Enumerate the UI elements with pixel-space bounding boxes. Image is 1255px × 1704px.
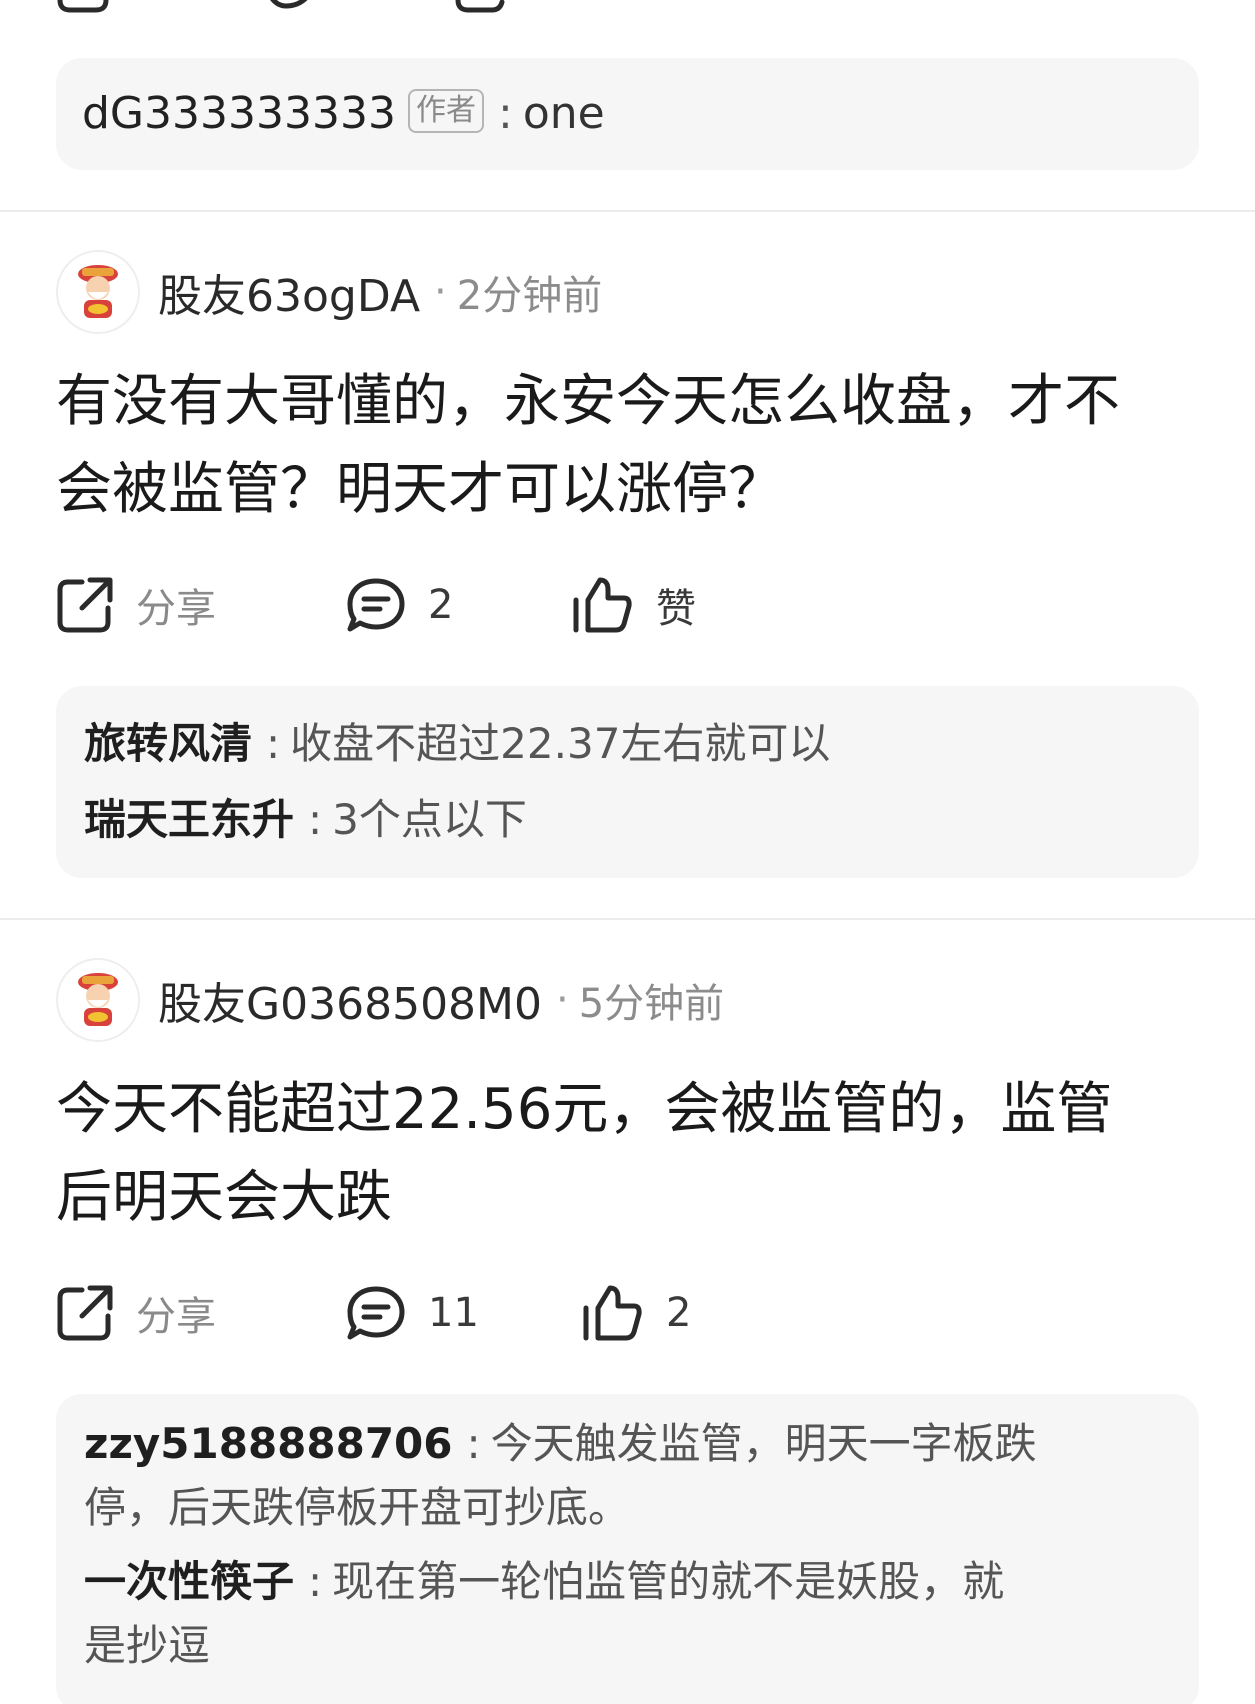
reply-box[interactable]: dG333333333 作者: one (56, 58, 1199, 170)
post-divider (0, 210, 1255, 212)
post-card[interactable]: 股友63ogDA · 2分钟前 有没有大哥懂的，永安今天怎么收盘，才不 会被监管… (0, 250, 1255, 878)
reply-colon: : (266, 719, 281, 768)
comment-icon (347, 1286, 405, 1340)
thumbs-up-icon (583, 1285, 642, 1341)
post-card[interactable]: 股友G0368508M0 · 5分钟前 今天不能超过22.56元，会被监管的，监… (0, 958, 1255, 1704)
reply-author[interactable]: 一次性筷子 (84, 1557, 294, 1606)
reply-text: 收盘不超过22.37左右就可以 (290, 719, 831, 768)
post-content[interactable]: 今天不能超过22.56元，会被监管的，监管 后明天会大跌 (56, 1066, 1199, 1242)
reply-colon: : (466, 1419, 481, 1468)
share-button[interactable]: 分享 (56, 576, 346, 634)
fortune-god-avatar-icon (78, 973, 118, 1026)
reply-box[interactable]: zzy5188888706: 今天触发监管，明天一字板跌 停，后天跌停板开盘可抄底。… (56, 1394, 1199, 1704)
user-name[interactable]: 股友G0368508M0 (158, 968, 542, 1032)
reply-box[interactable]: 旅转风清: 收盘不超过22.37左右就可以 瑞天王东升:3个点以下 (56, 686, 1199, 878)
like-label: 赞 (656, 586, 696, 632)
post-text-line: 有没有大哥懂的，永安今天怎么收盘，才不 (56, 369, 1120, 434)
separator-dot: · (556, 977, 569, 1023)
reply-author[interactable]: 旅转风清 (84, 719, 252, 768)
comment-feed: dG333333333 作者: one 股友63ogDA · 2分钟前 有没有大哥懂 (0, 0, 1255, 1704)
share-button[interactable]: 分享 (56, 1284, 346, 1342)
post-actions: 分享 2 赞 (56, 570, 1199, 640)
reply-item[interactable]: 旅转风清: 收盘不超过22.37左右就可以 (84, 706, 1171, 782)
post-text-line: 今天不能超过22.56元，会被监管的，监管 (56, 1077, 1113, 1142)
like-button[interactable]: 赞 (572, 576, 696, 634)
reply-colon: : (308, 795, 323, 844)
thumbs-up-icon (573, 577, 632, 633)
reply-item[interactable]: 一次性筷子: 现在第一轮怕监管的就不是妖股，就是抄逗 (84, 1550, 1171, 1678)
reply-author[interactable]: dG333333333 (82, 88, 396, 139)
comment-button[interactable]: 2 (346, 577, 572, 633)
previous-post-actions (56, 0, 656, 14)
reply-author[interactable]: 瑞天王东升 (84, 795, 294, 844)
reply-colon: : (497, 88, 513, 139)
reply-author[interactable]: zzy5188888706 (84, 1419, 453, 1468)
reply-text-continued: 是抄逗 (84, 1621, 211, 1670)
post-content[interactable]: 有没有大哥懂的，永安今天怎么收盘，才不 会被监管？明天才可以涨停？ (56, 358, 1199, 534)
post-header: 股友G0368508M0 · 5分钟前 (56, 958, 1199, 1042)
fortune-god-avatar-icon (78, 265, 118, 318)
avatar[interactable] (56, 958, 140, 1042)
share-icon (57, 577, 113, 633)
reply-text: 今天触发监管，明天一字板跌 (490, 1419, 1037, 1468)
user-name[interactable]: 股友63ogDA (158, 260, 420, 324)
author-badge: 作者 (407, 89, 484, 133)
comment-count: 2 (428, 582, 454, 628)
reply-text: 3个点以下 (332, 795, 527, 844)
post-text-line: 后明天会大跌 (56, 1165, 392, 1230)
reply-text: one (522, 88, 605, 139)
post-header: 股友63ogDA · 2分钟前 (56, 250, 1199, 334)
comment-icon (347, 578, 405, 632)
reply-text-continued: 停，后天跌停板开盘可抄底。 (84, 1483, 631, 1532)
like-count: 2 (666, 1290, 692, 1336)
avatar[interactable] (56, 250, 140, 334)
like-icon[interactable] (448, 0, 508, 14)
comment-icon[interactable] (256, 0, 316, 14)
reply-item[interactable]: 瑞天王东升:3个点以下 (84, 782, 1171, 858)
comment-count: 11 (428, 1290, 479, 1336)
share-icon (57, 1285, 113, 1341)
share-label: 分享 (136, 586, 216, 632)
like-button[interactable]: 2 (582, 1284, 691, 1342)
comment-button[interactable]: 11 (346, 1285, 582, 1341)
post-text-line: 会被监管？明天才可以涨停？ (56, 457, 784, 522)
share-label: 分享 (136, 1294, 216, 1340)
reply-text: 现在第一轮怕监管的就不是妖股，就 (332, 1557, 1005, 1606)
reply-colon: : (308, 1557, 323, 1606)
post-time: 2分钟前 (456, 273, 603, 319)
post-actions: 分享 11 2 (56, 1278, 1199, 1348)
separator-dot: · (434, 269, 447, 315)
reply-item[interactable]: zzy5188888706: 今天触发监管，明天一字板跌停，后天跌停板开盘可抄底。 (84, 1412, 1171, 1540)
share-icon[interactable] (56, 0, 112, 14)
post-divider (0, 918, 1255, 920)
post-time: 5分钟前 (578, 981, 725, 1027)
reply-item[interactable]: dG333333333 作者: one (82, 76, 1173, 152)
